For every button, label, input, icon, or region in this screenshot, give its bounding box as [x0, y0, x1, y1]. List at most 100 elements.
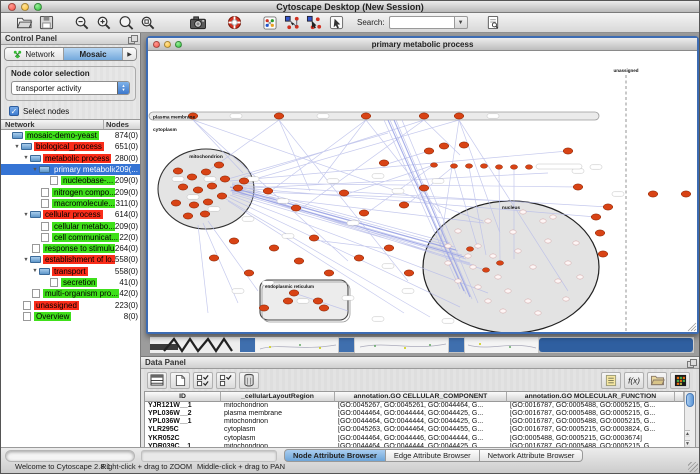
save-session-icon[interactable]: [35, 13, 57, 32]
delete-attribute-icon[interactable]: [239, 372, 259, 389]
zoom-in-icon[interactable]: [93, 13, 115, 32]
table-row[interactable]: YKR052Ccytoplasm[GO:0044464, GO:0044446,…: [145, 435, 684, 443]
network-canvas[interactable]: plasma membrane cytoplasm mitochondrion …: [148, 51, 697, 332]
file-icon: [41, 233, 49, 242]
select-nodes-checkbox[interactable]: ✓: [9, 106, 19, 116]
hide-selected-icon[interactable]: [281, 13, 303, 32]
tree-item[interactable]: ▼metabolic process280(0): [1, 153, 140, 164]
tab-overflow-arrow[interactable]: ▶: [123, 48, 136, 60]
table-row[interactable]: YLR295Ccytoplasm[GO:0045263, GO:0044464,…: [145, 426, 684, 434]
tree-item[interactable]: ▼transport558(0): [1, 266, 140, 277]
table-scrollbar[interactable]: ▲ ▼: [684, 392, 695, 448]
function-builder-icon[interactable]: f(x): [624, 372, 644, 389]
tree-header-network[interactable]: Network: [1, 120, 104, 129]
tree-item[interactable]: Overview8(0): [1, 311, 140, 322]
tree-item[interactable]: secretion41(0): [1, 277, 140, 288]
zoom-window-button[interactable]: [34, 3, 42, 11]
view-zoom-button[interactable]: [175, 41, 182, 48]
search-label: Search:: [357, 18, 385, 27]
tree-item[interactable]: nitrogen compo...209(0): [1, 186, 140, 197]
tree-item[interactable]: nucleobase-...209(0): [1, 175, 140, 186]
scrollbar-thumb[interactable]: [686, 393, 694, 407]
file-icon: [50, 278, 58, 287]
tree-item[interactable]: ▼establishment of lo...558(0): [1, 254, 140, 265]
nucleus-label: nucleus: [502, 205, 520, 211]
tab-mosaic[interactable]: Mosaic: [64, 48, 123, 60]
data-panel-header: Data Panel: [141, 357, 699, 369]
table-row[interactable]: YJR121W__1mitochondrion[GO:0045267, GO:0…: [145, 402, 684, 410]
help-icon[interactable]: [223, 13, 245, 32]
tree-item[interactable]: ▼primary metabolic process209(...: [1, 164, 140, 175]
tree-item-count: 558(0): [115, 255, 140, 264]
network-overview-icon[interactable]: [259, 13, 281, 32]
column-header[interactable]: _cellularLayoutRegion: [221, 392, 335, 402]
search-dropdown-button[interactable]: ▼: [455, 16, 468, 29]
tree-item[interactable]: unassigned223(0): [1, 299, 140, 310]
nucleus-region: [423, 201, 599, 332]
search-input[interactable]: [389, 16, 455, 29]
folder-icon: [21, 143, 32, 150]
window-resize-grip[interactable]: [688, 323, 696, 331]
file-icon: [50, 176, 58, 185]
close-button[interactable]: [8, 3, 16, 11]
tab-node-attribute-browser[interactable]: Node Attribute Browser: [284, 449, 386, 462]
progress-bar: [5, 450, 135, 462]
tab-network-attribute-browser[interactable]: Network Attribute Browser: [480, 449, 584, 462]
tree-item[interactable]: ▼biological_process651(0): [1, 141, 140, 152]
column-header[interactable]: annotation.GO MOLECULAR_FUNCTION: [507, 392, 675, 402]
node-color-dropdown[interactable]: transporter activity ▲▼: [11, 81, 130, 95]
tree-item[interactable]: multi-organism pro...42(0): [1, 288, 140, 299]
tree-item[interactable]: cell communicat...22(0): [1, 232, 140, 243]
folder-icon: [30, 155, 41, 162]
attribute-table-icon[interactable]: [147, 372, 167, 389]
table-row[interactable]: YPL036W__1mitochondrion[GO:0044464, GO:0…: [145, 418, 684, 426]
scroll-down-arrow[interactable]: ▼: [685, 440, 690, 447]
scroll-up-arrow[interactable]: ▲: [685, 430, 690, 437]
attribute-table[interactable]: ID_cellularLayoutRegionannotation.GO CEL…: [145, 392, 684, 448]
search-options-icon[interactable]: [482, 13, 504, 32]
tree-item[interactable]: ▼cellular process614(0): [1, 209, 140, 220]
attribute-list-icon[interactable]: [601, 372, 621, 389]
mapping-matrix-icon[interactable]: [670, 372, 690, 389]
network-view-titlebar[interactable]: primary metabolic process: [148, 38, 697, 51]
column-header[interactable]: annotation.GO CELLULAR_COMPONENT: [335, 392, 507, 402]
column-header[interactable]: ID: [145, 392, 221, 402]
minimize-button[interactable]: [21, 3, 29, 11]
tree-item-count: 874(0): [115, 131, 140, 140]
tree-header-nodes[interactable]: Nodes: [104, 120, 140, 129]
float-panel-icon[interactable]: [128, 35, 136, 42]
select-attributes-icon[interactable]: [193, 372, 213, 389]
tree-item[interactable]: macromolecule...311(0): [1, 198, 140, 209]
tree-item[interactable]: mosaic-demo-yeast874(0): [1, 130, 140, 141]
cytoplasm-label: cytoplasm: [153, 127, 177, 133]
select-mode-icon[interactable]: [325, 13, 347, 32]
unselect-attributes-icon[interactable]: [216, 372, 236, 389]
tab-network[interactable]: Network: [5, 48, 64, 60]
snapshot-icon[interactable]: [187, 13, 209, 32]
background-windows[interactable]: [149, 336, 695, 354]
tree-item-label: metabolic process: [43, 154, 111, 163]
tree-item-count: 209(0): [115, 188, 140, 197]
new-attribute-icon[interactable]: [170, 372, 190, 389]
zoom-out-icon[interactable]: [71, 13, 93, 32]
tree-item[interactable]: response to stimulu...264(0): [1, 243, 140, 254]
tree-item-label: transport: [52, 267, 88, 276]
zoom-fit-icon[interactable]: [115, 13, 137, 32]
table-cell: cytoplasm: [221, 426, 335, 434]
view-minimize-button[interactable]: [164, 41, 171, 48]
dropdown-stepper-icon: ▲▼: [117, 82, 129, 94]
unhide-all-icon[interactable]: [303, 13, 325, 32]
float-data-panel-icon[interactable]: [687, 359, 695, 366]
table-row[interactable]: YPL036W__2plasma membrane[GO:0044464, GO…: [145, 410, 684, 418]
tree-item-count: 8(0): [124, 312, 140, 321]
app-resize-grip[interactable]: [688, 462, 698, 472]
import-attributes-icon[interactable]: [647, 372, 667, 389]
data-panel-toolbar: f(x): [141, 369, 699, 391]
pan-hint-text: Middle-click + drag to PAN: [197, 462, 285, 471]
tree-item[interactable]: cellular metabo...209(0): [1, 220, 140, 231]
zoom-selected-icon[interactable]: [137, 13, 159, 32]
table-cell: [GO:0005488, GO:0005215, GO:0003674]: [507, 435, 675, 443]
open-session-icon[interactable]: [13, 13, 35, 32]
view-close-button[interactable]: [153, 41, 160, 48]
tab-edge-attribute-browser[interactable]: Edge Attribute Browser: [386, 449, 480, 462]
